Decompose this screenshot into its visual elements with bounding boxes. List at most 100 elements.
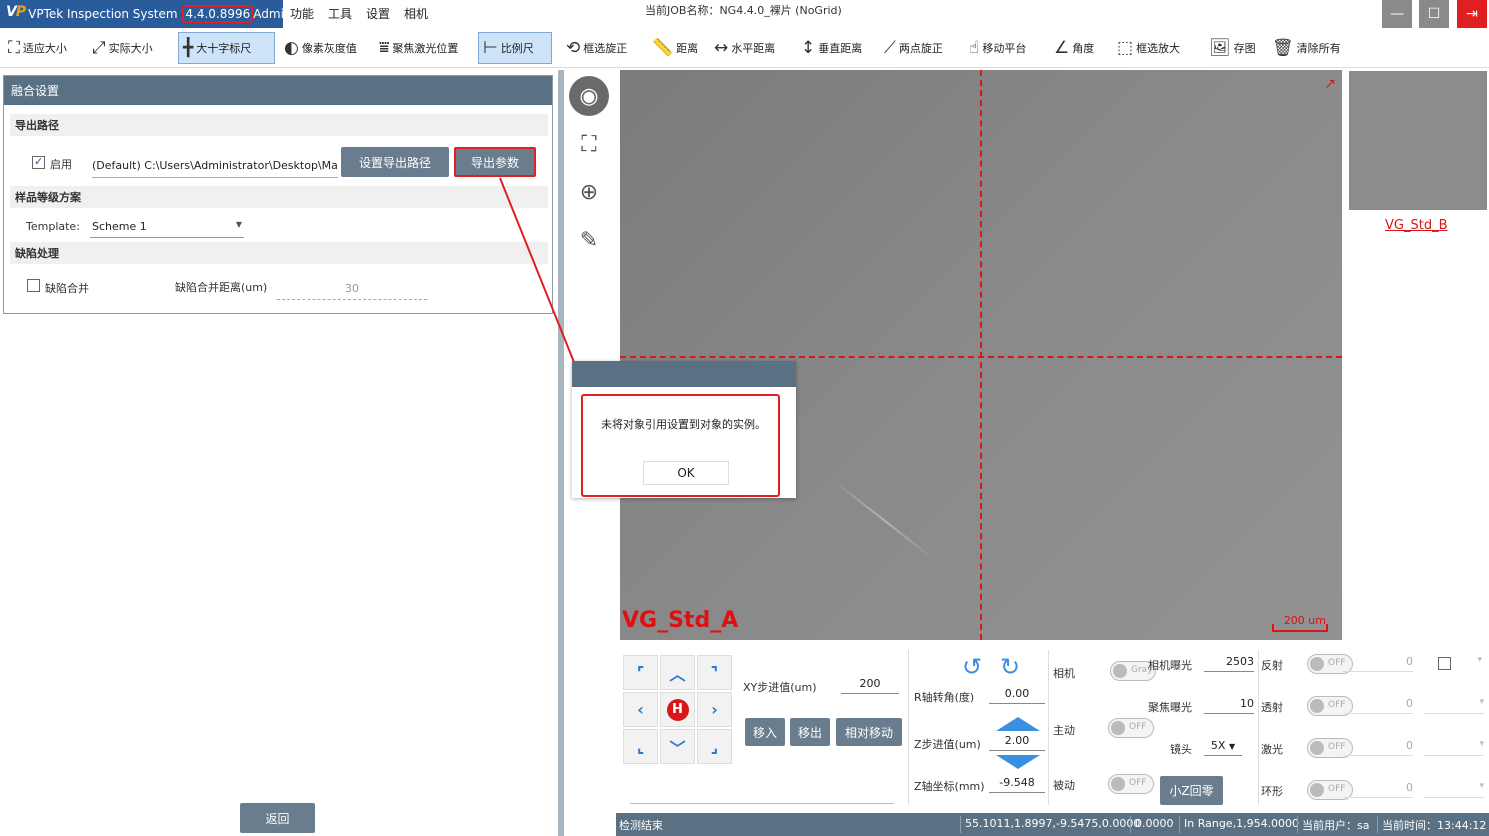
title-bar: VP VPTek Inspection System 4.4.0.8996 Adm… xyxy=(0,0,1489,28)
defect-handling-section: 缺陷处理 xyxy=(10,242,548,264)
tool-laser-focus[interactable]: ⩸ 聚焦激光位置 xyxy=(375,32,462,64)
corner-down-right-icon: ⌟ xyxy=(710,737,719,756)
expand-arrow-icon[interactable]: ↗ xyxy=(1324,76,1336,92)
reference-thumbnail[interactable] xyxy=(1349,71,1487,210)
transmit-value[interactable]: 0 xyxy=(1343,697,1413,714)
z-down-arrow-icon[interactable] xyxy=(996,755,1040,769)
tool-rotate-select[interactable]: ⟲ 框选旋正 xyxy=(562,32,631,64)
tool-crosshair[interactable]: ╋ 大十字标尺 xyxy=(178,32,275,64)
move-out-button[interactable]: 移出 xyxy=(790,718,830,746)
rotate-ccw-icon[interactable]: ↺ xyxy=(962,653,982,681)
menu-settings[interactable]: 设置 xyxy=(366,5,390,22)
master-toggle[interactable]: OFF xyxy=(1108,718,1154,738)
ring-dropdown[interactable] xyxy=(1424,781,1484,798)
tool-angle[interactable]: ∠ 角度 xyxy=(1050,32,1098,64)
thumbnail-label[interactable]: VG_Std_B xyxy=(1385,218,1448,233)
menu-camera[interactable]: 相机 xyxy=(404,5,428,22)
lens-label: 镜头 xyxy=(1170,743,1192,756)
dialog-message: 未将对象引用设置到对象的实例。 xyxy=(601,418,766,431)
enable-checkbox[interactable] xyxy=(32,155,45,169)
tool-distance[interactable]: 📏 距离 xyxy=(648,32,702,64)
lens-select[interactable]: 5X ▼ xyxy=(1204,739,1242,756)
set-export-path-button[interactable]: 设置导出路径 xyxy=(341,147,449,177)
reflect-dropdown[interactable] xyxy=(1424,655,1482,672)
export-params-button[interactable]: 导出参数 xyxy=(454,147,536,177)
status-bar: 检测结束 55.1011,1.8997,-9.5475,0.0000 0.000… xyxy=(616,813,1489,836)
tool-actual-size[interactable]: ⤢ 实际大小 xyxy=(88,32,157,64)
app-version: 4.4.0.8996 xyxy=(182,5,254,23)
z-up-arrow-icon[interactable] xyxy=(996,717,1040,731)
reflect-value[interactable]: 0 xyxy=(1343,655,1413,672)
tool-save-image[interactable]: 🖼 存图 xyxy=(1205,32,1260,64)
grid-scan-icon[interactable]: ⊕ xyxy=(569,172,609,212)
minimize-button[interactable]: — xyxy=(1382,0,1412,28)
crosshair-horizontal xyxy=(620,356,1342,358)
move-right-button[interactable]: › xyxy=(697,692,732,727)
xy-step-label: XY步进值(um) xyxy=(743,681,817,694)
exposure-label: 相机曝光 xyxy=(1148,659,1192,672)
home-button[interactable]: H xyxy=(660,692,695,727)
tool-scale-bar[interactable]: ⊢ 比例尺 xyxy=(478,32,552,64)
z-step-input[interactable]: 2.00 xyxy=(989,734,1045,751)
tool-fit-size[interactable]: ⛶ 适应大小 xyxy=(4,32,71,64)
menu-function[interactable]: 功能 xyxy=(290,5,314,22)
menu-bar: 功能 工具 设置 相机 xyxy=(290,5,428,22)
exit-button[interactable]: ⇥ xyxy=(1457,0,1487,28)
merge-distance-label: 缺陷合并距离(um) xyxy=(175,281,268,294)
tools-icon[interactable]: ✎ xyxy=(569,220,609,260)
move-up-right-button[interactable]: ⌝ xyxy=(697,655,732,690)
merge-distance-input[interactable]: 30 xyxy=(277,282,427,300)
maximize-icon: ☐ xyxy=(1427,6,1441,22)
template-select[interactable]: Scheme 1 ▼ xyxy=(90,218,244,238)
status-time: 当前时间：13:44:12 xyxy=(1382,819,1487,832)
tool-two-point-rotate[interactable]: ⟋ 两点旋正 xyxy=(880,32,947,64)
move-up-left-button[interactable]: ⌜ xyxy=(623,655,658,690)
status-state: 检测结束 xyxy=(619,819,663,832)
transmit-dropdown[interactable] xyxy=(1424,697,1484,714)
image-label: VG_Std_A xyxy=(622,608,739,633)
ok-button[interactable]: OK xyxy=(643,461,729,485)
move-down-left-button[interactable]: ⌞ xyxy=(623,729,658,764)
move-in-button[interactable]: 移入 xyxy=(745,718,785,746)
rotate-cw-icon[interactable]: ↻ xyxy=(1000,653,1020,681)
z-coord-label: Z轴坐标(mm) xyxy=(914,780,985,793)
z-home-button[interactable]: 小Z回零 xyxy=(1160,776,1223,805)
reflect-label: 反射 xyxy=(1261,659,1283,672)
tool-clear-all[interactable]: 🗑 清除所有 xyxy=(1268,32,1345,64)
focus-exposure-input[interactable]: 10 xyxy=(1204,697,1254,714)
tool-vertical-distance[interactable]: ↕ 垂直距离 xyxy=(797,32,866,64)
focus-exposure-label: 聚焦曝光 xyxy=(1148,701,1192,714)
xy-step-input[interactable]: 200 xyxy=(841,677,899,694)
export-path-field[interactable]: (Default) C:\Users\Administrator\Desktop… xyxy=(92,156,338,178)
relative-move-button[interactable]: 相对移动 xyxy=(836,718,902,746)
chevron-right-icon: › xyxy=(711,700,718,719)
r-angle-input[interactable]: 0.00 xyxy=(989,687,1045,704)
exposure-input[interactable]: 2503 xyxy=(1204,655,1254,672)
ring-value[interactable]: 0 xyxy=(1343,781,1413,798)
tool-zoom-select[interactable]: ⬚ 框选放大 xyxy=(1113,32,1184,64)
crosshair-icon: ╋ xyxy=(183,38,194,58)
move-down-button[interactable]: ﹀ xyxy=(660,729,695,764)
menu-tools[interactable]: 工具 xyxy=(328,5,352,22)
capture-region-icon[interactable]: ⛶ xyxy=(569,124,609,164)
camera-icon[interactable]: ◉ xyxy=(569,76,609,116)
z-step-label: Z步进值(um) xyxy=(914,738,981,751)
laser-dropdown[interactable] xyxy=(1424,739,1484,756)
tool-gray-value[interactable]: ◐ 像素灰度值 xyxy=(280,32,361,64)
move-down-right-button[interactable]: ⌟ xyxy=(697,729,732,764)
slave-label: 被动 xyxy=(1053,779,1075,792)
move-left-button[interactable]: ‹ xyxy=(623,692,658,727)
slave-toggle[interactable]: OFF xyxy=(1108,774,1154,794)
move-up-button[interactable]: ︿ xyxy=(660,655,695,690)
defect-merge-label: 缺陷合并 xyxy=(45,282,89,295)
dialog-title-bar[interactable] xyxy=(572,361,796,387)
tool-horizontal-distance[interactable]: ↔ 水平距离 xyxy=(710,32,779,64)
maximize-button[interactable]: ☐ xyxy=(1419,0,1449,28)
corner-up-right-icon: ⌝ xyxy=(710,663,719,682)
tool-move-stage[interactable]: ☝ 移动平台 xyxy=(965,32,1030,64)
laser-value[interactable]: 0 xyxy=(1343,739,1413,756)
fusion-settings-header: 融合设置 xyxy=(4,76,552,105)
camera-image-view[interactable]: ↗ VG_Std_A 200 um xyxy=(620,70,1342,640)
back-button[interactable]: 返回 xyxy=(240,803,315,833)
defect-merge-checkbox[interactable] xyxy=(27,279,40,292)
